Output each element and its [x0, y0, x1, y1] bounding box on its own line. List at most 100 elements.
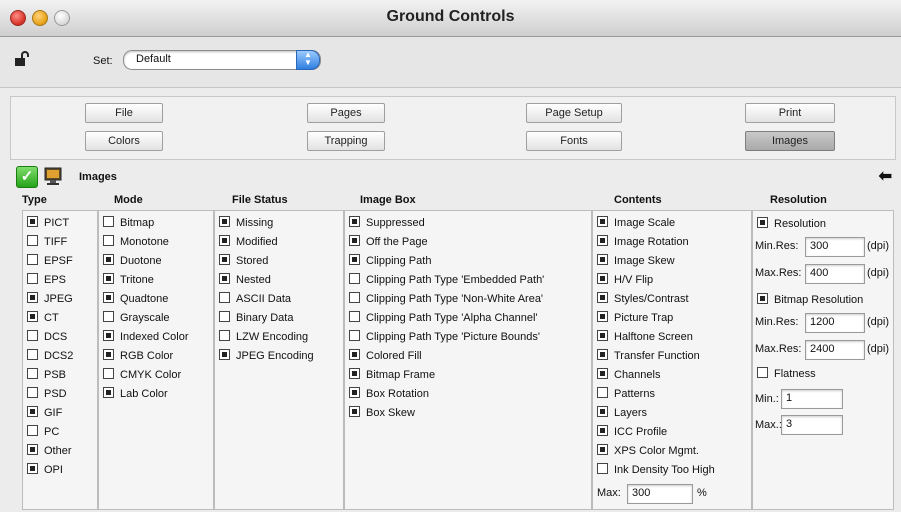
- type-checkbox-item[interactable]: JPEG: [27, 292, 73, 306]
- checkbox[interactable]: [103, 254, 114, 265]
- checkbox[interactable]: [597, 273, 608, 284]
- checkbox[interactable]: [27, 463, 38, 474]
- bitmap-resolution-checkbox-box[interactable]: [757, 293, 768, 304]
- checkbox[interactable]: [597, 254, 608, 265]
- checkbox[interactable]: [349, 292, 360, 303]
- checkbox[interactable]: [103, 273, 114, 284]
- checkbox[interactable]: [103, 387, 114, 398]
- image-box-checkbox-item[interactable]: Clipping Path Type 'Embedded Path': [349, 273, 544, 287]
- flatness-checkbox-box[interactable]: [757, 367, 768, 378]
- checkbox[interactable]: [597, 425, 608, 436]
- checkbox[interactable]: [349, 216, 360, 227]
- contents-checkbox-item[interactable]: Image Skew: [597, 254, 675, 268]
- checkbox[interactable]: [597, 444, 608, 455]
- checkbox[interactable]: [219, 273, 230, 284]
- checkbox[interactable]: [349, 330, 360, 341]
- tab-pages[interactable]: Pages: [307, 103, 385, 123]
- checkbox[interactable]: [27, 368, 38, 379]
- flatness-max-field[interactable]: 3: [781, 415, 843, 435]
- contents-checkbox-item[interactable]: Styles/Contrast: [597, 292, 689, 306]
- checkbox[interactable]: [597, 330, 608, 341]
- checkbox[interactable]: [219, 254, 230, 265]
- checkbox[interactable]: [349, 254, 360, 265]
- monitor-icon[interactable]: [44, 167, 62, 185]
- bitmap-min-res-field[interactable]: 1200: [805, 313, 865, 333]
- set-select[interactable]: Default ▲ ▼: [123, 50, 321, 70]
- mode-checkbox-item[interactable]: Lab Color: [103, 387, 168, 401]
- file-status-checkbox-item[interactable]: JPEG Encoding: [219, 349, 314, 363]
- checkbox[interactable]: [27, 216, 38, 227]
- tab-file[interactable]: File: [85, 103, 163, 123]
- tab-trapping[interactable]: Trapping: [307, 131, 385, 151]
- tab-page-setup[interactable]: Page Setup: [526, 103, 622, 123]
- checkbox[interactable]: [27, 330, 38, 341]
- contents-checkbox-item[interactable]: Ink Density Too High: [597, 463, 715, 477]
- checkbox[interactable]: [219, 349, 230, 360]
- contents-checkbox-item[interactable]: XPS Color Mgmt.: [597, 444, 699, 458]
- checkbox[interactable]: [27, 273, 38, 284]
- resolution-checkbox-box[interactable]: [757, 217, 768, 228]
- contents-max-field[interactable]: 300: [627, 484, 693, 504]
- image-box-checkbox-item[interactable]: Suppressed: [349, 216, 425, 230]
- image-box-checkbox-item[interactable]: Clipping Path Type 'Picture Bounds': [349, 330, 540, 344]
- contents-checkbox-item[interactable]: Patterns: [597, 387, 655, 401]
- checkbox[interactable]: [103, 292, 114, 303]
- checkbox[interactable]: [597, 235, 608, 246]
- contents-checkbox-item[interactable]: H/V Flip: [597, 273, 653, 287]
- tab-colors[interactable]: Colors: [85, 131, 163, 151]
- mode-checkbox-item[interactable]: Duotone: [103, 254, 162, 268]
- file-status-checkbox-item[interactable]: Binary Data: [219, 311, 293, 325]
- contents-checkbox-item[interactable]: Picture Trap: [597, 311, 673, 325]
- bitmap-resolution-checkbox[interactable]: Bitmap Resolution: [757, 293, 863, 307]
- type-checkbox-item[interactable]: PICT: [27, 216, 69, 230]
- image-box-checkbox-item[interactable]: Box Rotation: [349, 387, 429, 401]
- tab-fonts[interactable]: Fonts: [526, 131, 622, 151]
- mode-checkbox-item[interactable]: Tritone: [103, 273, 154, 287]
- file-status-checkbox-item[interactable]: LZW Encoding: [219, 330, 308, 344]
- type-checkbox-item[interactable]: GIF: [27, 406, 62, 420]
- mode-checkbox-item[interactable]: Indexed Color: [103, 330, 189, 344]
- checkbox[interactable]: [27, 292, 38, 303]
- type-checkbox-item[interactable]: OPI: [27, 463, 63, 477]
- checkbox[interactable]: [103, 235, 114, 246]
- checkbox[interactable]: [349, 368, 360, 379]
- type-checkbox-item[interactable]: DCS: [27, 330, 67, 344]
- checkbox[interactable]: [597, 463, 608, 474]
- checkmark-icon[interactable]: ✓: [16, 166, 38, 188]
- checkbox[interactable]: [27, 254, 38, 265]
- mode-checkbox-item[interactable]: RGB Color: [103, 349, 173, 363]
- image-box-checkbox-item[interactable]: Colored Fill: [349, 349, 422, 363]
- checkbox[interactable]: [27, 349, 38, 360]
- type-checkbox-item[interactable]: PC: [27, 425, 59, 439]
- checkbox[interactable]: [349, 349, 360, 360]
- tab-print[interactable]: Print: [745, 103, 835, 123]
- checkbox[interactable]: [103, 330, 114, 341]
- contents-checkbox-item[interactable]: Channels: [597, 368, 660, 382]
- checkbox[interactable]: [219, 330, 230, 341]
- min-res-field[interactable]: 300: [805, 237, 865, 257]
- checkbox[interactable]: [597, 387, 608, 398]
- checkbox[interactable]: [27, 235, 38, 246]
- checkbox[interactable]: [349, 235, 360, 246]
- type-checkbox-item[interactable]: EPSF: [27, 254, 73, 268]
- image-box-checkbox-item[interactable]: Bitmap Frame: [349, 368, 435, 382]
- checkbox[interactable]: [597, 292, 608, 303]
- checkbox[interactable]: [27, 387, 38, 398]
- tab-images[interactable]: Images: [745, 131, 835, 151]
- checkbox[interactable]: [219, 311, 230, 322]
- type-checkbox-item[interactable]: TIFF: [27, 235, 67, 249]
- checkbox[interactable]: [597, 368, 608, 379]
- contents-checkbox-item[interactable]: Transfer Function: [597, 349, 700, 363]
- contents-checkbox-item[interactable]: Layers: [597, 406, 647, 420]
- unlocked-padlock-icon[interactable]: [14, 51, 30, 67]
- mode-checkbox-item[interactable]: Quadtone: [103, 292, 168, 306]
- flatness-min-field[interactable]: 1: [781, 389, 843, 409]
- type-checkbox-item[interactable]: PSD: [27, 387, 67, 401]
- bitmap-max-res-field[interactable]: 2400: [805, 340, 865, 360]
- resolution-checkbox[interactable]: Resolution: [757, 217, 826, 231]
- checkbox[interactable]: [349, 273, 360, 284]
- image-box-checkbox-item[interactable]: Box Skew: [349, 406, 415, 420]
- image-box-checkbox-item[interactable]: Clipping Path Type 'Non-White Area': [349, 292, 543, 306]
- checkbox[interactable]: [27, 311, 38, 322]
- file-status-checkbox-item[interactable]: Modified: [219, 235, 278, 249]
